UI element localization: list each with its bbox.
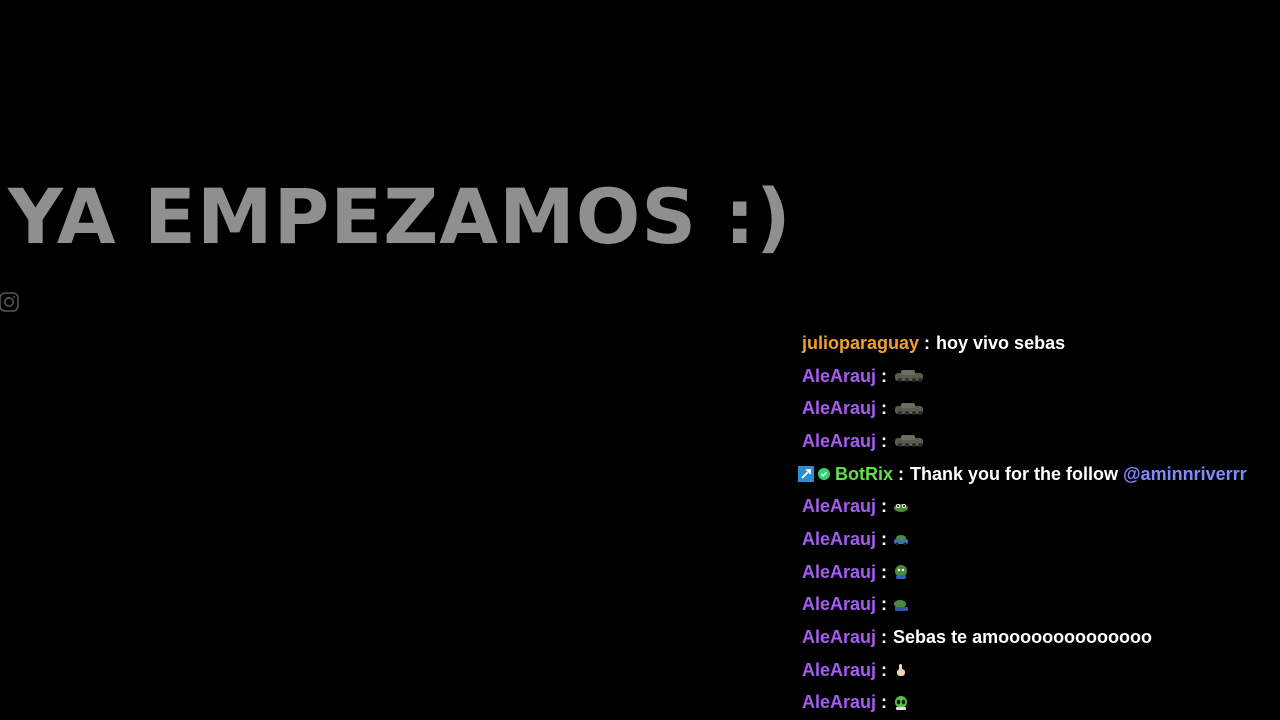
chat-message: AleArauj: [798, 556, 1280, 589]
chat-username: AleArauj [802, 692, 877, 713]
chat-username: AleArauj [802, 528, 877, 549]
verified-badge-icon [818, 468, 830, 481]
stream-headline: YA EMPEZAMOS :) [8, 172, 792, 261]
tank-emote [895, 402, 924, 415]
frog-emote [894, 503, 909, 512]
chat-separator: : [881, 561, 888, 582]
chat-message: AleArauj: [798, 392, 1280, 425]
chat-username: julioparaguay [802, 332, 920, 353]
chat-separator: : [881, 594, 888, 615]
chat-separator: : [924, 332, 931, 353]
chat-message: AleArauj: Sebas te amoooooooooooooo [798, 621, 1280, 654]
chat-username: AleArauj [802, 561, 877, 582]
chat-username: AleArauj [802, 659, 877, 680]
chat-mention: @aminnriverrr [1123, 463, 1247, 484]
chat-username: AleArauj [802, 398, 877, 419]
alien-emote [895, 695, 908, 710]
chat-separator: : [881, 430, 888, 451]
pickaxe-badge-icon [798, 466, 814, 483]
chat-separator: : [881, 659, 888, 680]
chat-message: BotRix: Thank you for the follow @aminnr… [798, 458, 1280, 491]
hand-emote [897, 664, 906, 677]
chat-message: AleArauj: [798, 360, 1280, 393]
frog-wave-emote [895, 565, 908, 580]
tank-emote [895, 370, 924, 383]
chat-separator: : [881, 627, 888, 648]
chat-text: hoy vivo sebas [936, 332, 1066, 353]
chat-text: Sebas te amoooooooooooooo [893, 627, 1153, 648]
chat-username: AleArauj [802, 430, 877, 451]
chat-message: AleArauj: [798, 490, 1280, 523]
chat-separator: : [881, 365, 888, 386]
tank-emote [895, 435, 924, 448]
chat-message: AleArauj: [798, 589, 1280, 622]
chat-separator: : [881, 496, 888, 517]
frog-lying-emote [894, 599, 909, 611]
instagram-icon [0, 292, 19, 312]
chat-username: BotRix [835, 463, 893, 484]
chat-username: AleArauj [802, 627, 877, 648]
chat-username: AleArauj [802, 496, 877, 517]
chat-separator: : [881, 398, 888, 419]
chat-message: julioparaguay: hoy vivo sebas [798, 327, 1280, 360]
chat-separator: : [881, 528, 888, 549]
chat-text: Thank you for the follow [910, 463, 1118, 484]
chat-badges [798, 466, 830, 483]
frog-car-emote [894, 535, 909, 546]
chat-overlay: julioparaguay: hoy vivo sebas AleArauj: … [798, 327, 1280, 719]
chat-message: AleArauj: [798, 425, 1280, 458]
chat-username: AleArauj [802, 365, 877, 386]
chat-separator: : [881, 692, 888, 713]
chat-message: AleArauj: [798, 654, 1280, 687]
chat-username: AleArauj [802, 594, 877, 615]
chat-message: AleArauj: [798, 687, 1280, 720]
chat-separator: : [898, 463, 904, 484]
chat-message: AleArauj: [798, 523, 1280, 556]
